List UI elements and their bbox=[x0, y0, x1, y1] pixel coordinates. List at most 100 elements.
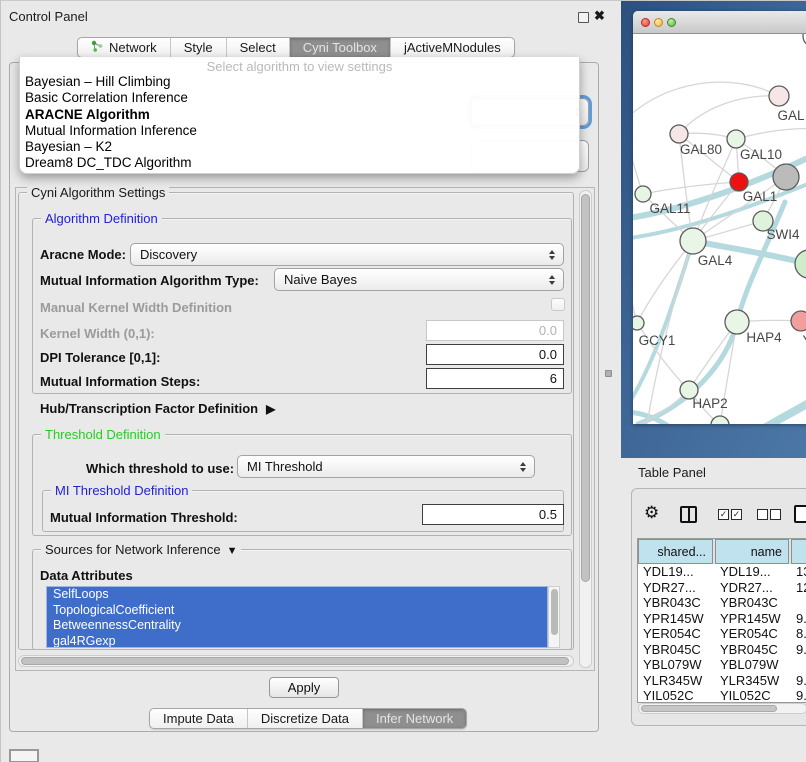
table-row[interactable]: YBR045CYBR045C9. bbox=[638, 642, 806, 658]
algorithm-option[interactable]: Bayesian – Hill Climbing bbox=[20, 74, 579, 90]
network-edge[interactable] bbox=[633, 82, 779, 120]
minimized-panel-stub[interactable] bbox=[9, 749, 39, 762]
table-cell: YIL052C bbox=[720, 688, 789, 703]
attribute-item[interactable]: gal4RGexp bbox=[47, 634, 547, 649]
attribute-item[interactable]: TopologicalCoefficient bbox=[47, 603, 547, 619]
algorithm-option[interactable]: Dream8 DC_TDC Algorithm bbox=[20, 155, 579, 171]
algorithm-option[interactable]: ARACNE Algorithm bbox=[20, 107, 579, 123]
combo-stepper-icon bbox=[549, 250, 555, 260]
attributes-list-scrollbar[interactable] bbox=[548, 586, 560, 648]
network-window[interactable]: GALGAL80GAL10GAL1GAL11SWI4GAL4GCY1HAP4YH… bbox=[633, 11, 806, 424]
network-window-titlebar[interactable] bbox=[633, 11, 806, 34]
which-threshold-combo[interactable]: MI Threshold bbox=[237, 455, 535, 478]
column-header[interactable]: name bbox=[715, 539, 789, 564]
table-row[interactable]: YIL052C YIL052C 9. bbox=[638, 688, 806, 703]
settings-scrollpane: Cyni Algorithm Settings Algorithm Defini… bbox=[15, 187, 595, 671]
network-node-gal80[interactable] bbox=[670, 125, 688, 143]
tab-cyni-toolbox[interactable]: Cyni Toolbox bbox=[289, 38, 390, 57]
network-node-gal11[interactable] bbox=[635, 186, 651, 202]
tab-jactivemnodules[interactable]: jActiveMNodules bbox=[390, 38, 514, 57]
manual-kernel-checkbox[interactable] bbox=[551, 298, 565, 311]
table-row[interactable]: YER054CYER054C8. bbox=[638, 626, 806, 642]
table-cell: YDL19... bbox=[720, 564, 789, 580]
combo-stepper-icon bbox=[549, 275, 555, 285]
zoom-traffic-light-icon[interactable] bbox=[667, 18, 676, 27]
table-row[interactable]: YBR043CYBR043C bbox=[638, 595, 806, 611]
network-node-salmon-right[interactable] bbox=[791, 311, 806, 331]
algorithm-definition-title: Algorithm Definition bbox=[41, 211, 162, 226]
table-cell bbox=[796, 657, 806, 673]
network-edge[interactable] bbox=[679, 96, 779, 134]
column-header[interactable]: shared... bbox=[638, 539, 713, 564]
network-node-gal10[interactable] bbox=[727, 130, 745, 148]
table-cell: YIL052C bbox=[643, 688, 713, 703]
float-panel-icon[interactable] bbox=[578, 12, 589, 23]
close-icon[interactable]: ✖ bbox=[594, 8, 605, 24]
algorithm-dropdown-items: Bayesian – Hill ClimbingBasic Correlatio… bbox=[20, 74, 579, 172]
unchecked-checkbox-icon[interactable] bbox=[770, 509, 781, 520]
network-edge[interactable] bbox=[761, 389, 806, 424]
network-edge[interactable] bbox=[637, 241, 693, 323]
dpi-tolerance-label: DPI Tolerance [0,1]: bbox=[40, 350, 160, 365]
checked-checkbox-icon[interactable]: ✓ bbox=[718, 509, 729, 520]
hub-definition-toggle[interactable]: Hub/Transcription Factor Definition▶ bbox=[40, 401, 275, 416]
checked-checkbox-icon[interactable]: ✓ bbox=[731, 509, 742, 520]
table-row[interactable]: YPR145WYPR145W9. bbox=[638, 611, 806, 627]
minimize-traffic-light-icon[interactable] bbox=[654, 18, 663, 27]
tab-select[interactable]: Select bbox=[226, 38, 289, 57]
sources-group-title[interactable]: Sources for Network Inference▼ bbox=[41, 542, 241, 557]
tab-network[interactable]: Network bbox=[78, 38, 170, 57]
network-node-bottom-node[interactable] bbox=[711, 416, 729, 424]
unchecked-checkbox-icon[interactable] bbox=[757, 509, 768, 520]
sources-title-text: Sources for Network Inference bbox=[45, 542, 221, 557]
algorithm-dropdown-list: Select algorithm to view settings Bayesi… bbox=[19, 57, 580, 174]
aracne-mode-label: Aracne Mode: bbox=[40, 247, 126, 262]
tab-discretize-data[interactable]: Discretize Data bbox=[247, 709, 362, 728]
attribute-item[interactable]: SelfLoops bbox=[47, 587, 547, 603]
table-cell: 12 bbox=[796, 580, 806, 596]
network-node-big-right[interactable] bbox=[795, 250, 806, 278]
tab-infer-network[interactable]: Infer Network bbox=[362, 709, 466, 728]
network-canvas[interactable]: GALGAL80GAL10GAL1GAL11SWI4GAL4GCY1HAP4YH… bbox=[633, 34, 806, 424]
table-cell: YDR27... bbox=[643, 580, 713, 596]
table-row[interactable]: YDR27...YDR27...12 bbox=[638, 580, 806, 596]
node-table[interactable]: shared...nameYDL19...YDL19...13YDR27...Y… bbox=[637, 538, 806, 703]
dpi-tolerance-field[interactable]: 0.0 bbox=[426, 344, 564, 365]
close-traffic-light-icon[interactable] bbox=[641, 18, 650, 27]
tab-impute-data[interactable]: Impute Data bbox=[150, 709, 247, 728]
algorithm-option[interactable]: Basic Correlation Inference bbox=[20, 90, 579, 106]
algorithm-option[interactable]: Bayesian – K2 bbox=[20, 139, 579, 155]
table-row[interactable]: YBL079WYBL079W bbox=[638, 657, 806, 673]
kernel-width-field[interactable]: 0.0 bbox=[426, 320, 564, 341]
network-node-label: GAL4 bbox=[698, 253, 733, 268]
algorithm-option[interactable]: Mutual Information Inference bbox=[20, 123, 579, 139]
page-icon[interactable] bbox=[794, 505, 806, 523]
table-horizontal-scrollbar[interactable] bbox=[638, 703, 806, 714]
network-node-gcy1[interactable] bbox=[633, 316, 644, 330]
mi-type-combo[interactable]: Naive Bayes bbox=[274, 268, 564, 291]
attribute-item[interactable]: BetweennessCentrality bbox=[47, 618, 547, 634]
network-node-gal4[interactable] bbox=[680, 228, 706, 254]
table-cell: 9. bbox=[796, 688, 806, 703]
apply-button[interactable]: Apply bbox=[269, 677, 339, 698]
network-node-label: GAL80 bbox=[680, 142, 722, 157]
settings-vertical-scrollbar[interactable] bbox=[579, 190, 592, 668]
data-attributes-list[interactable]: SelfLoopsTopologicalCoefficientBetweenne… bbox=[46, 586, 548, 648]
mi-threshold-field[interactable]: 0.5 bbox=[422, 504, 564, 525]
mi-steps-field[interactable]: 6 bbox=[426, 368, 564, 389]
gear-icon[interactable]: ⚙ bbox=[644, 503, 659, 523]
table-row[interactable]: YLR345WYLR345W9. bbox=[638, 673, 806, 689]
manual-kernel-label: Manual Kernel Width Definition bbox=[40, 300, 232, 315]
settings-horizontal-scrollbar[interactable] bbox=[18, 655, 574, 667]
tab-style[interactable]: Style bbox=[170, 38, 226, 57]
network-node-label: GAL11 bbox=[649, 201, 690, 216]
network-node-unnamed-gray[interactable] bbox=[773, 164, 799, 190]
network-node-gal-top[interactable] bbox=[769, 86, 789, 106]
panel-splitter-handle[interactable] bbox=[605, 370, 612, 377]
columns-icon[interactable] bbox=[680, 506, 697, 523]
table-cell: YBR043C bbox=[720, 595, 789, 611]
aracne-mode-combo[interactable]: Discovery bbox=[130, 243, 564, 266]
column-header[interactable] bbox=[791, 539, 806, 564]
table-row[interactable]: YDL19...YDL19...13 bbox=[638, 564, 806, 580]
network-edge[interactable] bbox=[736, 128, 806, 139]
